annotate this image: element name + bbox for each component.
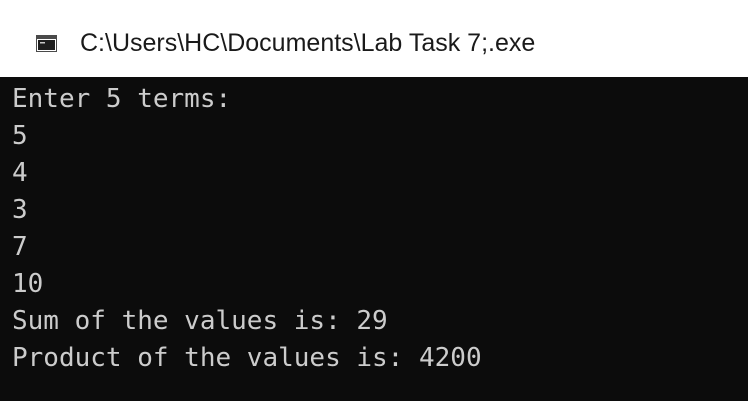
console-app-icon [36, 35, 57, 52]
console-line-input-3: 3 [12, 195, 28, 225]
console-line-product: Product of the values is: 4200 [12, 343, 482, 373]
console-line-sum: Sum of the values is: 29 [12, 306, 388, 336]
console-line-prompt: Enter 5 terms: [12, 84, 232, 114]
console-line-input-1: 5 [12, 121, 28, 151]
console-line-input-4: 7 [12, 232, 28, 262]
console-window: C:\Users\HC\Documents\Lab Task 7;.exe En… [0, 0, 748, 401]
console-line-input-2: 4 [12, 158, 28, 188]
title-bar[interactable]: C:\Users\HC\Documents\Lab Task 7;.exe [0, 0, 748, 78]
console-output[interactable]: Enter 5 terms: 5 4 3 7 10 Sum of the val… [0, 77, 748, 401]
console-line-input-5: 10 [12, 269, 44, 299]
window-title: C:\Users\HC\Documents\Lab Task 7;.exe [80, 29, 536, 57]
